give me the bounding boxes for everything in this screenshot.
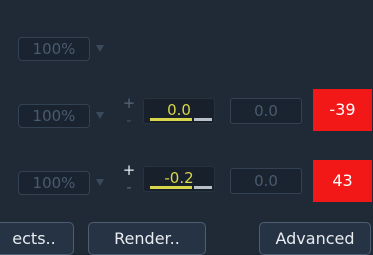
value-bar: [150, 186, 192, 189]
channel-panel: 100% 100% + - 0.0 0.0 -39 100% + - -0.2 …: [0, 0, 373, 255]
percent-field-row2[interactable]: 100%: [18, 104, 90, 128]
dropdown-icon[interactable]: [96, 112, 104, 119]
plus-icon[interactable]: +: [122, 163, 136, 179]
value-bar-remainder: [194, 118, 212, 121]
percent-field-row1[interactable]: 100%: [18, 37, 90, 61]
render-button[interactable]: Render..: [88, 222, 206, 255]
secondary-field-row3[interactable]: 0.0: [230, 168, 302, 194]
minus-icon[interactable]: -: [122, 113, 136, 129]
value-text-row2: 0.0: [167, 101, 191, 119]
level-badge-row2: -39: [313, 89, 372, 131]
stepper-row3[interactable]: + -: [122, 163, 136, 197]
secondary-field-row2[interactable]: 0.0: [230, 98, 302, 124]
value-bar-remainder: [194, 186, 212, 189]
value-bar: [150, 118, 192, 121]
advanced-button[interactable]: Advanced: [259, 222, 371, 255]
level-badge-row3: 43: [313, 160, 372, 202]
value-text-row3: -0.2: [164, 169, 194, 187]
value-field-row3[interactable]: -0.2: [143, 166, 215, 192]
plus-icon[interactable]: +: [122, 96, 136, 112]
dropdown-icon[interactable]: [96, 179, 104, 186]
value-field-row2[interactable]: 0.0: [143, 98, 215, 124]
stepper-row2[interactable]: + -: [122, 96, 136, 130]
minus-icon[interactable]: -: [122, 180, 136, 196]
effects-button[interactable]: ects..: [0, 222, 74, 255]
dropdown-icon[interactable]: [96, 45, 104, 52]
percent-field-row3[interactable]: 100%: [18, 171, 90, 195]
